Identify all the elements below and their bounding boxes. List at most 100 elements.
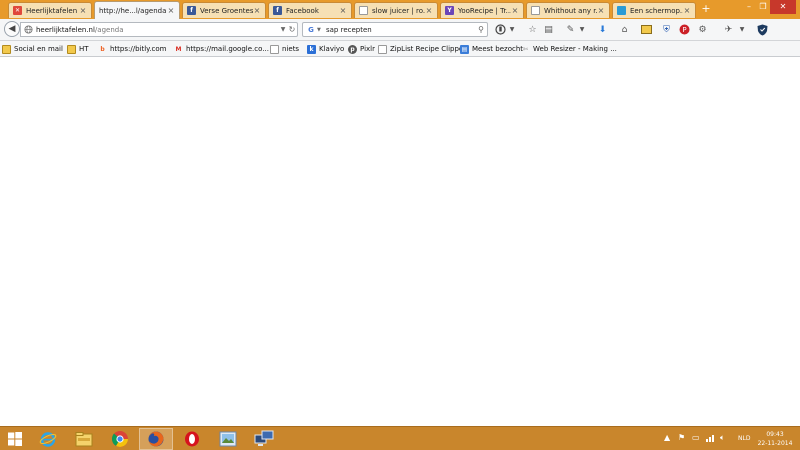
tab-close-icon[interactable]: × — [253, 6, 261, 15]
bookmark-label: ZipList Recipe Clipper — [390, 45, 467, 53]
tab-een-schermop[interactable]: Een schermop... × — [612, 2, 696, 18]
windows-taskbar: ▲ ⚑ ▭ 🔈︎ NLD 09:43 22-11-2014 — [0, 426, 800, 450]
reading-list-icon[interactable]: ▤ — [542, 23, 555, 36]
url-history-dropdown-icon[interactable]: ▼ — [279, 26, 287, 33]
home-icon[interactable]: ⌂ — [618, 23, 631, 36]
tab-title: http://he...l/agenda — [99, 6, 167, 15]
volume-icon[interactable]: 🔈︎ — [720, 433, 725, 443]
bookmark-klaviyo[interactable]: k Klaviyo — [307, 43, 344, 55]
tab-close-icon[interactable]: × — [339, 6, 347, 15]
pixlr-icon: p — [348, 44, 357, 54]
page-icon — [270, 44, 279, 54]
internet-explorer-icon — [39, 432, 57, 447]
chevron-down-icon[interactable]: ▼ — [578, 23, 586, 36]
back-button[interactable]: ◀ — [4, 21, 20, 37]
chevron-down-icon[interactable]: ▼ — [738, 23, 746, 36]
opera-icon — [185, 431, 199, 447]
tab-without-any[interactable]: Whithout any r... × — [526, 2, 610, 18]
minimize-button[interactable]: – — [742, 0, 756, 14]
clock-date: 22-11-2014 — [757, 440, 793, 447]
shield-icon[interactable]: ⛨ — [660, 23, 673, 36]
search-icon[interactable]: ⚲ — [475, 25, 487, 34]
folder-icon — [75, 432, 93, 447]
download-status-icon[interactable] — [494, 23, 507, 36]
clock-time: 09:43 — [766, 431, 784, 438]
taskbar-chrome[interactable] — [103, 428, 137, 450]
reload-icon[interactable]: ↻ — [287, 25, 297, 34]
tab-close-icon[interactable]: × — [683, 6, 691, 15]
system-clock[interactable]: 09:43 22-11-2014 — [754, 430, 796, 448]
tab-title: Facebook — [286, 6, 319, 15]
tab-close-icon[interactable]: × — [511, 6, 519, 15]
facebook-icon: f — [273, 6, 282, 15]
tab-strip: ✕ Heerlijktafelen ... × http://he...l/ag… — [0, 0, 800, 19]
extension-icon[interactable]: ✈ — [722, 23, 735, 36]
tab-yoorecipe[interactable]: Y YooRecipe | Tr... × — [440, 2, 524, 18]
tab-close-icon[interactable]: × — [597, 6, 605, 15]
bookmark-bitly[interactable]: b https://bitly.com — [98, 43, 166, 55]
svg-text:P: P — [682, 26, 686, 34]
chevron-down-icon[interactable]: ▼ — [508, 23, 516, 36]
network-icon[interactable] — [706, 433, 716, 444]
bookmark-ziplist[interactable]: ZipList Recipe Clipper — [378, 43, 466, 55]
tab-facebook[interactable]: f Facebook × — [268, 2, 352, 18]
bookmark-meest-bezocht[interactable]: ▤ Meest bezocht — [460, 43, 523, 55]
navigation-toolbar: ◀ heerlijktafelen.nl/agenda ▼ ↻ G ▼ ⚲ ▼ … — [0, 19, 800, 41]
bookmarks-toolbar: Social en mail HT b https://bitly.com M … — [0, 41, 800, 57]
bookmark-web-resizer[interactable]: ✄ Web Resizer - Making ... — [521, 43, 617, 55]
tab-agenda[interactable]: http://he...l/agenda × — [94, 1, 180, 19]
pinterest-icon[interactable]: P — [678, 23, 691, 36]
bookmark-label: HT — [79, 45, 89, 53]
tab-title: Verse Groentes... — [200, 6, 253, 15]
bookmark-label: Klaviyo — [319, 45, 345, 53]
bookmark-label: Meest bezocht — [472, 45, 524, 53]
folder-icon — [67, 44, 76, 54]
bookmark-star-icon[interactable]: ☆ — [526, 23, 539, 36]
action-center-flag-icon[interactable]: ⚑ — [678, 433, 685, 442]
gear-icon[interactable]: ⚙ — [696, 23, 709, 36]
heerlijktafelen-favicon-icon: ✕ — [13, 6, 22, 15]
klaviyo-icon: k — [307, 44, 316, 54]
bookmark-folder-social-en-mail[interactable]: Social en mail — [2, 43, 63, 55]
taskbar-internet-explorer[interactable] — [31, 428, 65, 450]
search-bar[interactable]: G ▼ ⚲ — [302, 22, 488, 37]
maximize-button[interactable]: ❐ — [756, 0, 770, 14]
tab-slow-juicer[interactable]: slow juicer | ro... × — [354, 2, 438, 18]
bookmark-gmail[interactable]: M https://mail.google.co... — [174, 43, 269, 55]
tab-title: Heerlijktafelen ... — [26, 6, 79, 15]
bookmark-label: Social en mail — [14, 45, 63, 53]
page-icon — [531, 6, 540, 15]
adblock-shield-icon[interactable] — [756, 23, 769, 36]
start-button[interactable] — [0, 428, 30, 450]
gmail-icon: M — [175, 45, 182, 53]
google-search-engine-icon[interactable]: G — [305, 25, 317, 35]
tab-verse-groentes[interactable]: f Verse Groentes... × — [182, 2, 266, 18]
screenshot-icon[interactable] — [640, 23, 653, 36]
tab-close-icon[interactable]: × — [79, 6, 87, 15]
taskbar-remote-desktop[interactable] — [247, 428, 281, 450]
tab-heerlijktafelen[interactable]: ✕ Heerlijktafelen ... × — [8, 2, 92, 18]
url-bar[interactable]: heerlijktafelen.nl/agenda ▼ ↻ — [20, 22, 298, 37]
taskbar-photo-viewer[interactable] — [211, 428, 245, 450]
close-window-button[interactable]: ✕ — [770, 0, 796, 14]
search-input[interactable] — [323, 23, 475, 36]
bookmark-label: Pixlr — [360, 45, 375, 53]
taskbar-file-explorer[interactable] — [67, 428, 101, 450]
windows-logo-icon — [8, 432, 22, 446]
photo-viewer-icon — [219, 431, 237, 447]
remote-desktop-icon — [254, 430, 274, 446]
input-language-indicator[interactable]: NLD — [738, 435, 750, 442]
tab-close-icon[interactable]: × — [425, 6, 433, 15]
tab-close-icon[interactable]: × — [167, 6, 175, 15]
taskbar-opera[interactable] — [175, 428, 209, 450]
bookmark-folder-ht[interactable]: HT — [67, 43, 89, 55]
chrome-icon — [111, 431, 128, 447]
new-tab-button[interactable]: + — [700, 3, 712, 15]
tray-expand-icon[interactable]: ▲ — [664, 433, 670, 442]
bookmark-niets[interactable]: niets — [270, 43, 299, 55]
monitor-icon[interactable]: ▭ — [692, 433, 700, 442]
download-icon[interactable]: ⬇ — [596, 23, 609, 36]
taskbar-firefox[interactable] — [139, 428, 173, 450]
eyedropper-icon[interactable]: ✎ — [564, 23, 577, 36]
bookmark-pixlr[interactable]: p Pixlr — [348, 43, 375, 55]
